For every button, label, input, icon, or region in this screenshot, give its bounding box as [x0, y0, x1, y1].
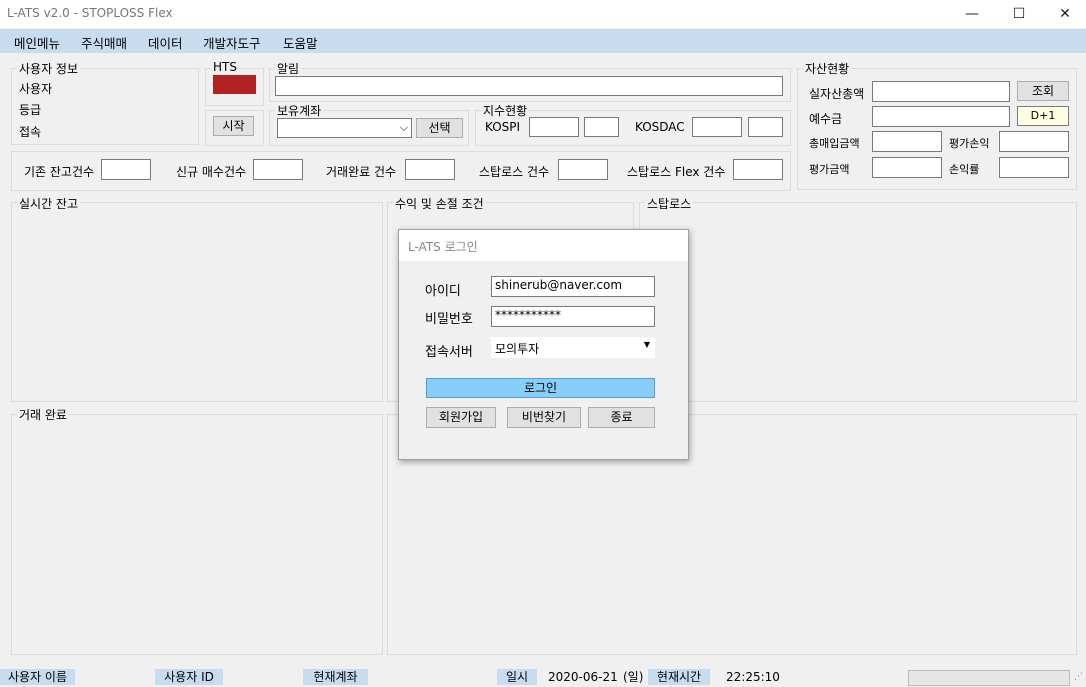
login-id-label: 아이디 — [425, 284, 461, 299]
eval-pl-field — [999, 131, 1069, 152]
flex-count-field — [733, 159, 783, 180]
kosdaq-change-field — [748, 117, 783, 137]
buy-total-field — [872, 131, 942, 152]
stoploss-count-label: 스탑로스 건수 — [479, 165, 550, 179]
assets-title: 자산현황 — [803, 60, 852, 77]
d1-button[interactable]: D+1 — [1017, 106, 1069, 126]
stoploss-panel — [639, 202, 1077, 402]
status-progress-bar — [908, 670, 1070, 686]
new-buy-count-field — [253, 159, 303, 180]
grade-label: 등급 — [19, 103, 42, 117]
login-dialog: L-ATS 로그인 아이디 shinerub@naver.com 비밀번호 **… — [398, 229, 689, 460]
pl-rate-label: 손익률 — [949, 163, 980, 176]
new-buy-count-label: 신규 매수건수 — [176, 165, 247, 179]
notice-field — [275, 76, 783, 96]
account-title: 보유계좌 — [275, 102, 324, 119]
kospi-label: KOSPI — [485, 120, 521, 134]
account-select[interactable]: ⌵ — [277, 118, 412, 138]
dropdown-arrow-icon: ▼ — [643, 340, 650, 349]
login-server-value: 모의투자 — [495, 342, 540, 356]
base-count-field — [101, 159, 151, 180]
menu-main[interactable]: 메인메뉴 — [14, 33, 60, 52]
login-dialog-title-bar: L-ATS 로그인 — [399, 230, 688, 261]
trade-done-title: 거래 완료 — [17, 406, 69, 423]
base-count-label: 기존 잔고건수 — [24, 165, 95, 179]
status-weekday: (일) — [623, 670, 644, 684]
menu-help[interactable]: 도움말 — [283, 33, 318, 52]
flex-count-label: 스탑로스 Flex 건수 — [627, 165, 726, 179]
login-pw-label: 비밀번호 — [425, 312, 473, 327]
deposit-label: 예수금 — [809, 112, 843, 126]
done-count-field — [405, 159, 455, 180]
user-info-title: 사용자 정보 — [17, 60, 81, 77]
buy-total-label: 총매입금액 — [809, 137, 860, 150]
status-time-label: 현재시간 — [648, 669, 710, 685]
status-time: 22:25:10 — [726, 670, 780, 684]
kospi-value-field — [529, 117, 579, 137]
total-assets-label: 실자산총액 — [809, 87, 865, 101]
connect-label: 접속 — [19, 125, 42, 139]
pl-rate-field — [999, 157, 1069, 178]
trade-done-panel — [11, 414, 383, 655]
start-button[interactable]: 시작 — [213, 116, 254, 136]
realtime-balance-title: 실시간 잔고 — [17, 195, 81, 212]
index-title: 지수현황 — [481, 102, 530, 119]
status-account: 현재계좌 — [303, 669, 368, 685]
close-button[interactable]: ✕ — [1042, 0, 1086, 28]
menu-bar: 메인메뉴 주식매매 데이터 개발자도구 도움말 — [0, 29, 1086, 53]
maximize-button[interactable]: ☐ — [996, 0, 1042, 28]
hts-title: HTS — [211, 60, 239, 74]
login-id-input[interactable]: shinerub@naver.com — [491, 276, 655, 297]
total-assets-field — [872, 81, 1010, 102]
status-date: 2020-06-21 — [548, 670, 618, 684]
chevron-down-icon: ⌵ — [399, 121, 408, 134]
menu-stock-trade[interactable]: 주식매매 — [81, 33, 127, 52]
find-password-button[interactable]: 비번찾기 — [507, 407, 581, 428]
realtime-balance-panel — [11, 202, 383, 402]
title-bar: L-ATS v2.0 - STOPLOSS Flex — ☐ ✕ — [0, 0, 1086, 28]
conditions-title: 수익 및 손절 조건 — [393, 195, 486, 212]
stoploss-count-field — [558, 159, 608, 180]
eval-amount-label: 평가금액 — [809, 163, 850, 176]
notice-title: 알림 — [275, 60, 302, 77]
hts-status-indicator — [213, 75, 256, 94]
deposit-field — [872, 106, 1010, 127]
account-select-button[interactable]: 선택 — [416, 118, 463, 138]
kosdaq-label: KOSDAC — [635, 120, 685, 134]
login-dialog-title: L-ATS 로그인 — [408, 240, 478, 254]
login-pw-input[interactable]: *********** — [491, 306, 655, 327]
stoploss-title: 스탑로스 — [645, 195, 694, 212]
eval-pl-label: 평가손익 — [949, 137, 990, 150]
menu-data[interactable]: 데이터 — [148, 33, 183, 52]
kosdaq-value-field — [692, 117, 742, 137]
kospi-change-field — [584, 117, 619, 137]
login-server-label: 접속서버 — [425, 345, 473, 360]
login-server-select[interactable]: 모의투자 ▼ — [491, 337, 655, 358]
status-date-label: 일시 — [497, 669, 537, 685]
done-count-label: 거래완료 건수 — [326, 165, 397, 179]
exit-button[interactable]: 종료 — [588, 407, 655, 428]
eval-amount-field — [872, 157, 942, 178]
window-title: L-ATS v2.0 - STOPLOSS Flex — [7, 6, 173, 20]
status-user-id: 사용자 ID — [155, 669, 223, 685]
signup-button[interactable]: 회원가입 — [426, 407, 496, 428]
query-button[interactable]: 조회 — [1017, 81, 1069, 101]
minimize-button[interactable]: — — [949, 0, 995, 28]
user-label: 사용자 — [19, 82, 53, 96]
menu-developer-tools[interactable]: 개발자도구 — [203, 33, 261, 52]
resize-grip-icon[interactable]: ⋰ — [1074, 672, 1083, 682]
login-button[interactable]: 로그인 — [426, 378, 655, 398]
status-user-name: 사용자 이름 — [0, 669, 75, 685]
